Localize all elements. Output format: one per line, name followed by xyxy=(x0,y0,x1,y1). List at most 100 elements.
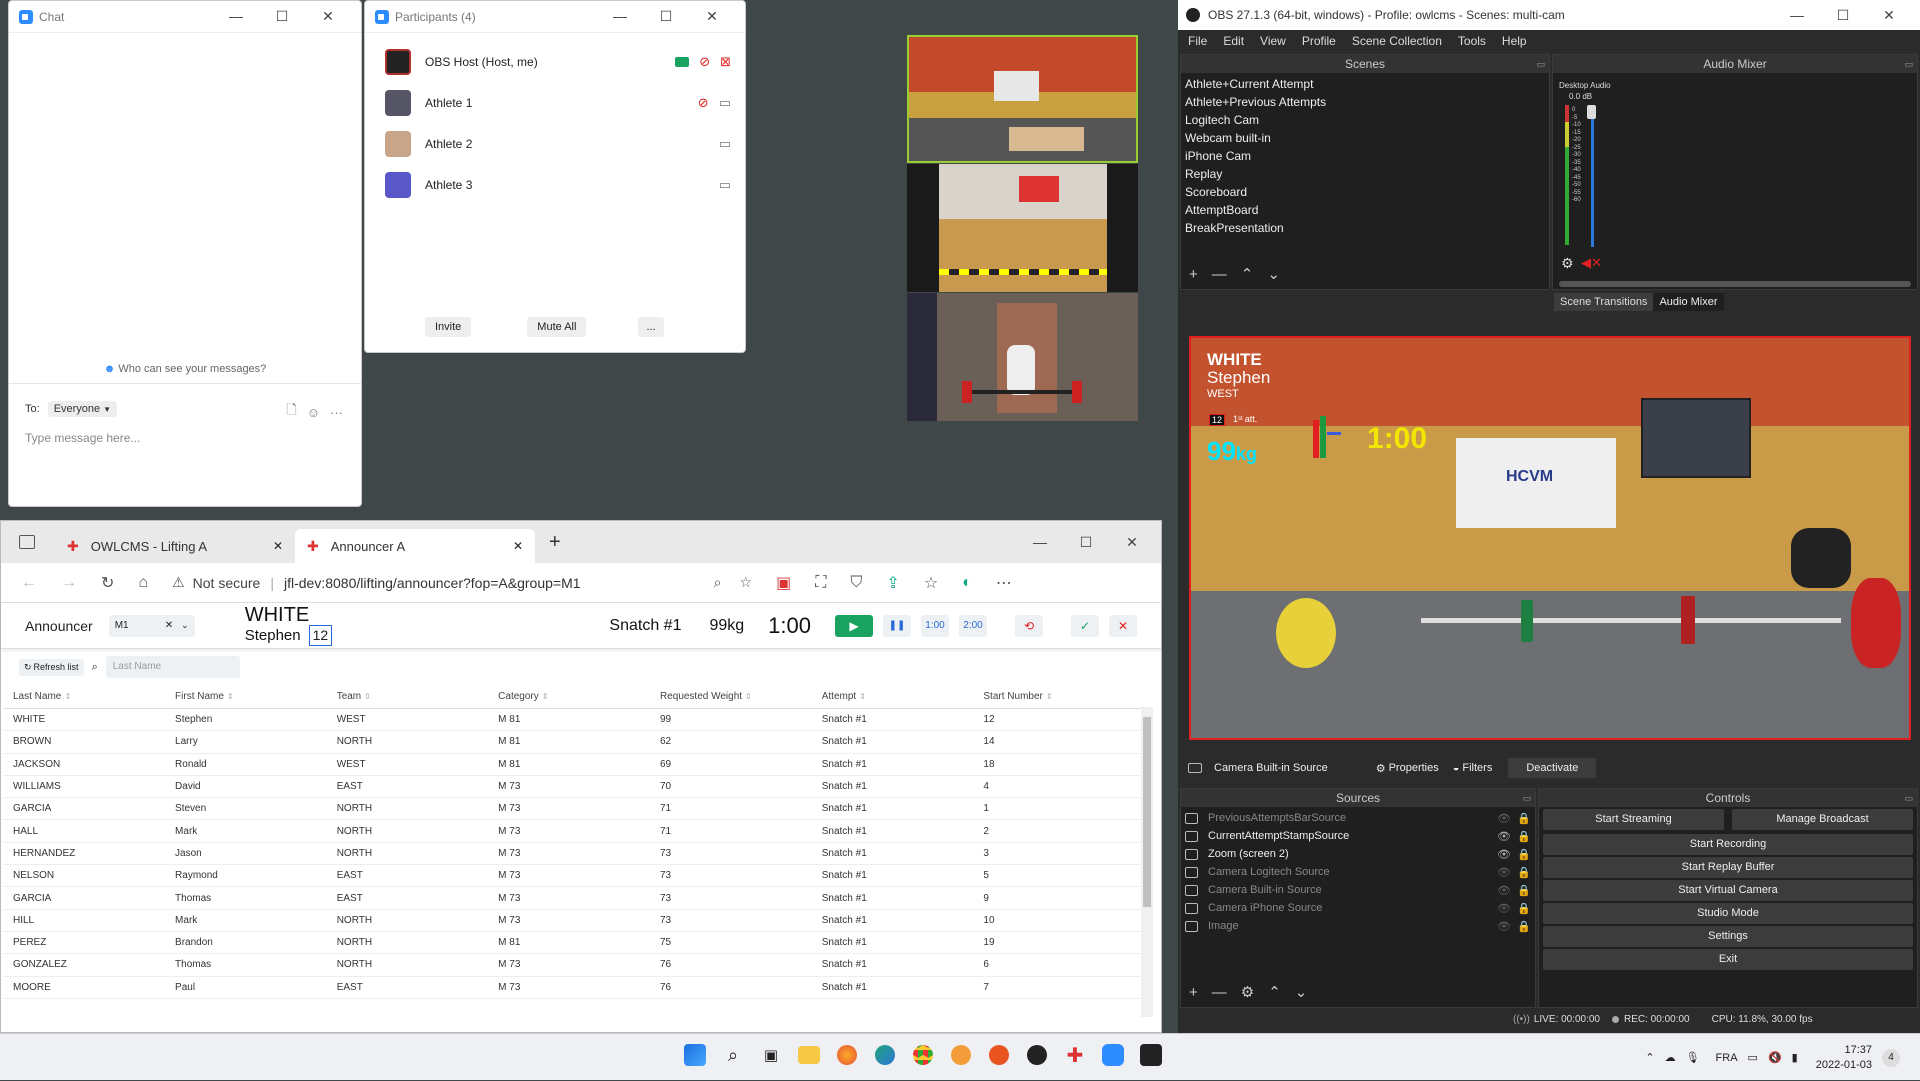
scene-item[interactable]: AttemptBoard xyxy=(1181,201,1549,219)
maximize-icon[interactable]: ☐ xyxy=(643,8,689,25)
move-down-icon[interactable]: ⌄ xyxy=(1267,265,1280,283)
network-icon[interactable]: ☁ xyxy=(1665,1051,1676,1064)
column-header[interactable]: Category ⇕ xyxy=(488,685,650,709)
scene-item[interactable]: Scoreboard xyxy=(1181,183,1549,201)
chevron-up-icon[interactable]: ⌃ xyxy=(1645,1051,1654,1064)
deactivate-button[interactable]: Deactivate xyxy=(1508,758,1597,778)
video-tile-2[interactable] xyxy=(907,164,1138,292)
lock-icon[interactable]: 🔒 xyxy=(1517,866,1531,879)
tab-owlcms[interactable]: ✚ OWLCMS - Lifting A ✕ xyxy=(55,529,295,563)
table-row[interactable]: HERNANDEZ Jason NORTH M 73 73 Snatch #1 3 xyxy=(3,842,1141,866)
visibility-eye-icon[interactable]: 👁 xyxy=(1497,866,1517,879)
column-header[interactable]: Last Name ⇕ xyxy=(3,685,166,709)
owlcms-icon[interactable]: ✚ xyxy=(1062,1042,1088,1068)
close-tab-icon[interactable]: ✕ xyxy=(273,539,283,553)
forward-icon[interactable]: → xyxy=(61,574,77,592)
scrollbar[interactable] xyxy=(1141,707,1153,1017)
more-icon[interactable]: ··· xyxy=(330,405,343,420)
start-streaming-button[interactable]: Start Streaming xyxy=(1543,809,1724,830)
volume-muted-icon[interactable]: 🔇 xyxy=(1768,1051,1782,1064)
close-tab-icon[interactable]: ✕ xyxy=(513,539,523,553)
collections-icon[interactable]: ☆ xyxy=(924,573,938,593)
search-input[interactable]: Last Name xyxy=(105,656,240,678)
filters-button[interactable]: ◒ Filters xyxy=(1453,762,1493,774)
file-explorer-icon[interactable] xyxy=(798,1046,820,1064)
table-row[interactable]: HALL Mark NORTH M 73 71 Snatch #1 2 xyxy=(3,819,1141,843)
close-icon[interactable]: ✕ xyxy=(689,8,735,25)
source-item[interactable]: CurrentAttemptStampSource 👁 🔒 xyxy=(1181,827,1535,845)
remove-icon[interactable]: — xyxy=(1212,266,1227,283)
profile-icon[interactable]: ◐ xyxy=(962,574,972,592)
gear-icon[interactable]: ⚙ xyxy=(1561,255,1574,272)
start-virtual-camera-button[interactable]: Start Virtual Camera xyxy=(1543,880,1913,901)
participant-row[interactable]: OBS Host (Host, me) ⊘ ⊠ xyxy=(385,41,731,82)
participant-row[interactable]: Athlete 2 ▭ xyxy=(385,123,731,164)
visibility-eye-icon[interactable]: 👁 xyxy=(1497,884,1517,897)
home-icon[interactable]: ⌂ xyxy=(138,574,148,592)
firefox-icon[interactable] xyxy=(834,1042,860,1068)
table-row[interactable]: WHITE Stephen WEST M 81 99 Snatch #1 12 xyxy=(3,708,1141,732)
table-row[interactable]: NELSON Raymond EAST M 73 73 Snatch #1 5 xyxy=(3,864,1141,888)
notification-badge[interactable]: 4 xyxy=(1882,1048,1900,1067)
back-icon[interactable]: ← xyxy=(21,574,37,592)
column-header[interactable]: Team ⇕ xyxy=(326,685,489,709)
scene-item[interactable]: Athlete+Previous Attempts xyxy=(1181,93,1549,111)
scroll-thumb[interactable] xyxy=(1143,717,1151,907)
menu-item-help[interactable]: Help xyxy=(1502,34,1527,48)
source-item[interactable]: PreviousAttemptsBarSource 👁 🔒 xyxy=(1181,809,1535,827)
source-item[interactable]: Zoom (screen 2) 👁 🔒 xyxy=(1181,845,1535,863)
ubuntu-icon[interactable] xyxy=(986,1042,1012,1068)
sort-icon[interactable]: ⇕ xyxy=(227,692,234,701)
app-icon[interactable] xyxy=(948,1042,974,1068)
set-2min-button[interactable]: 2:00 xyxy=(959,614,987,637)
zoom-icon[interactable] xyxy=(1100,1042,1126,1068)
participant-row[interactable]: Athlete 1 ⊘ ▭ xyxy=(385,82,731,123)
table-row[interactable]: WILLIAMS David EAST M 73 70 Snatch #1 4 xyxy=(3,775,1141,799)
app-icon-2[interactable] xyxy=(1138,1042,1164,1068)
good-lift-button[interactable]: ✓ xyxy=(1071,614,1099,637)
menu-item-profile[interactable]: Profile xyxy=(1302,34,1336,48)
mic-muted-icon[interactable]: ⊘ xyxy=(698,95,709,111)
language-indicator[interactable]: FRA xyxy=(1716,1052,1738,1064)
visibility-eye-icon[interactable]: 👁 xyxy=(1497,848,1517,861)
column-header[interactable]: First Name ⇕ xyxy=(165,685,327,709)
table-row[interactable]: BROWN Larry NORTH M 81 62 Snatch #1 14 xyxy=(3,730,1141,754)
video-off-icon[interactable]: ⊠ xyxy=(720,54,731,70)
scene-item[interactable]: BreakPresentation xyxy=(1181,219,1549,237)
participant-row[interactable]: Athlete 3 ▭ xyxy=(385,164,731,205)
reload-icon[interactable]: ↻ xyxy=(101,573,114,593)
maximize-icon[interactable]: ☐ xyxy=(1820,7,1866,24)
close-icon[interactable]: ✕ xyxy=(305,8,351,25)
speaker-muted-icon[interactable]: ◀✕ xyxy=(1581,255,1602,271)
move-down-icon[interactable]: ⌄ xyxy=(1295,983,1308,1001)
remove-icon[interactable]: — xyxy=(1212,984,1227,1001)
source-item[interactable]: Camera Logitech Source 👁 🔒 xyxy=(1181,863,1535,881)
menu-icon[interactable]: ⋯ xyxy=(996,573,1012,593)
start-icon[interactable] xyxy=(684,1044,706,1066)
table-row[interactable]: PEREZ Brandon NORTH M 81 75 Snatch #1 19 xyxy=(3,931,1141,955)
move-up-icon[interactable]: ⌃ xyxy=(1268,983,1281,1001)
program-preview[interactable]: HCVM WHITE Stephen WEST 12 1st att. 99 kg … xyxy=(1189,336,1911,740)
add-icon[interactable]: + xyxy=(1189,984,1198,1001)
obs-icon[interactable] xyxy=(1024,1042,1050,1068)
edge-icon[interactable] xyxy=(872,1042,898,1068)
video-tile-1[interactable] xyxy=(907,35,1138,163)
menu-item-scene-collection[interactable]: Scene Collection xyxy=(1352,34,1442,48)
sort-icon[interactable]: ⇕ xyxy=(745,692,752,701)
scene-item[interactable]: Logitech Cam xyxy=(1181,111,1549,129)
table-row[interactable]: GONZALEZ Thomas NORTH M 73 76 Snatch #1 6 xyxy=(3,953,1141,977)
file-icon[interactable]: 🗋 xyxy=(286,401,296,423)
extension-icon[interactable]: ▣ xyxy=(776,573,791,593)
video-icon[interactable]: ▭ xyxy=(719,177,731,193)
scene-item[interactable]: Webcam built-in xyxy=(1181,129,1549,147)
tab-scene-transitions[interactable]: Scene Transitions xyxy=(1554,293,1654,311)
sort-icon[interactable]: ⇕ xyxy=(364,692,371,701)
screenshot-icon[interactable]: ⛶ xyxy=(815,574,826,592)
favorite-icon[interactable]: ☆ xyxy=(740,574,753,591)
recipient-dropdown[interactable]: Everyone ▼ xyxy=(47,401,118,417)
pin-icon[interactable]: ▭ xyxy=(1904,55,1913,73)
search-icon[interactable]: ⌕ xyxy=(720,1042,746,1068)
minimize-icon[interactable]: — xyxy=(597,8,643,25)
refresh-list-button[interactable]: ↻ Refresh list xyxy=(19,658,84,676)
start-clock-button[interactable]: ▶ xyxy=(835,614,873,637)
